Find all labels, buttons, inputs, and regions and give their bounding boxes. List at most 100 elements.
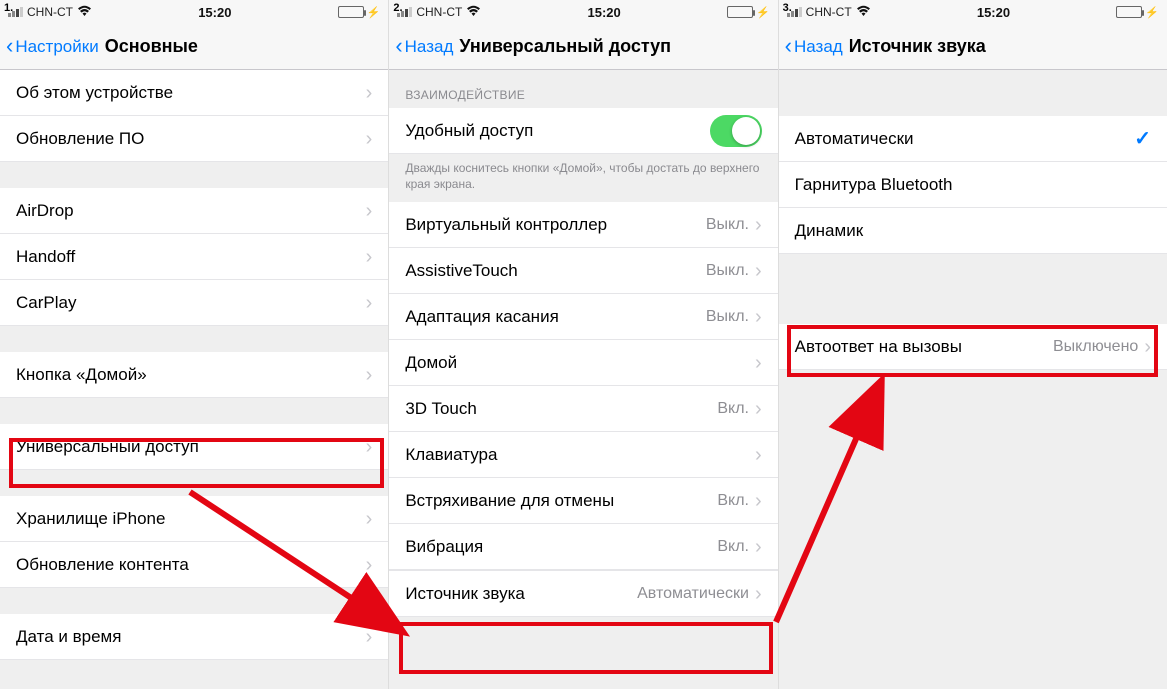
row-label: Обновление контента [16,555,366,575]
back-label: Настройки [15,37,98,57]
row-value: Выкл. [706,262,749,280]
row-label: Динамик [795,221,1151,241]
row-label: Хранилище iPhone [16,509,366,529]
row-label: Универсальный доступ [16,437,366,457]
row-label: Виртуальный контроллер [405,215,706,235]
back-button[interactable]: ‹ Настройки [6,37,105,57]
nav-title: Источник звука [849,36,986,57]
row-label: Автоматически [795,129,1135,149]
chevron-right-icon: › [366,627,373,647]
settings-row[interactable]: Домой› [389,340,777,386]
row-label: Встряхивание для отмены [405,491,717,511]
settings-list[interactable]: Об этом устройстве›Обновление ПО› AirDro… [0,70,388,689]
row-label: Handoff [16,247,366,267]
clock: 15:20 [198,5,231,20]
screen-accessibility: 2. CHN-CT 15:20 ⚡ ‹ Назад Универсальный … [389,0,778,689]
charging-icon: ⚡ [367,6,381,19]
step-number: 1. [4,2,13,14]
chevron-right-icon: › [366,83,373,103]
chevron-right-icon: › [755,399,762,419]
option-row[interactable]: Гарнитура Bluetooth [779,162,1167,208]
chevron-left-icon: ‹ [6,35,13,57]
chevron-left-icon: ‹ [395,35,402,57]
row-value: Выкл. [706,216,749,234]
row-value: Автоматически [637,585,749,603]
back-label: Назад [794,37,843,57]
settings-row[interactable]: 3D TouchВкл.› [389,386,777,432]
nav-title: Универсальный доступ [459,36,671,57]
settings-row[interactable]: Адаптация касанияВыкл.› [389,294,777,340]
option-row[interactable]: Автоматически [779,116,1167,162]
screen-audio-source: 3. CHN-CT 15:20 ⚡ ‹ Назад Источник звука [779,0,1167,689]
status-bar: CHN-CT 15:20 ⚡ [389,0,777,24]
nav-title: Основные [105,36,198,57]
settings-row[interactable]: Источник звукаАвтоматически› [389,571,777,617]
carrier-label: CHN-CT [27,5,73,19]
chevron-right-icon: › [1144,337,1151,357]
row-value: Выкл. [706,308,749,326]
chevron-right-icon: › [366,437,373,457]
row-label: Вибрация [405,537,717,557]
battery-icon [727,6,753,18]
chevron-right-icon: › [366,201,373,221]
row-value: Вкл. [717,400,749,418]
back-button[interactable]: ‹ Назад [785,37,849,57]
step-number: 3. [783,2,792,14]
row-label: Гарнитура Bluetooth [795,175,1151,195]
settings-row[interactable]: Виртуальный контроллерВыкл.› [389,202,777,248]
chevron-left-icon: ‹ [785,35,792,57]
carrier-label: CHN-CT [806,5,852,19]
row-label: AirDrop [16,201,366,221]
section-footer: Дважды коснитесь кнопки «Домой», чтобы д… [389,154,777,202]
settings-row[interactable]: Handoff› [0,234,388,280]
chevron-right-icon: › [755,584,762,604]
settings-row[interactable]: Хранилище iPhone› [0,496,388,542]
row-label: Домой [405,353,755,373]
chevron-right-icon: › [755,353,762,373]
settings-row[interactable]: AssistiveTouchВыкл.› [389,248,777,294]
settings-row[interactable]: Дата и время› [0,614,388,660]
settings-row[interactable]: AirDrop› [0,188,388,234]
row-value: Выключено [1053,338,1138,356]
chevron-right-icon: › [366,365,373,385]
back-label: Назад [405,37,454,57]
charging-icon: ⚡ [756,6,770,19]
status-bar: CHN-CT 15:20 ⚡ [0,0,388,24]
wifi-icon [856,5,871,20]
back-button[interactable]: ‹ Назад [395,37,459,57]
row-value: Вкл. [717,538,749,556]
settings-row[interactable]: Встряхивание для отменыВкл.› [389,478,777,524]
charging-icon: ⚡ [1145,6,1159,19]
settings-row[interactable]: Кнопка «Домой»› [0,352,388,398]
nav-bar: ‹ Настройки Основные [0,24,388,70]
nav-bar: ‹ Назад Универсальный доступ [389,24,777,70]
settings-row[interactable]: Обновление ПО› [0,116,388,162]
chevron-right-icon: › [366,555,373,575]
settings-row[interactable]: Клавиатура› [389,432,777,478]
row-label: CarPlay [16,293,366,313]
settings-row[interactable]: ВибрацияВкл. › [389,524,777,570]
wifi-icon [466,5,481,20]
row-label: Дата и время [16,627,366,647]
nav-bar: ‹ Назад Источник звука [779,24,1167,70]
clock: 15:20 [977,5,1010,20]
chevron-right-icon: › [366,247,373,267]
settings-row[interactable]: Автоответ на вызовыВыключено› [779,324,1167,370]
chevron-right-icon: › [366,129,373,149]
option-row[interactable]: Динамик [779,208,1167,254]
settings-row[interactable]: Об этом устройстве› [0,70,388,116]
row-label: Кнопка «Домой» [16,365,366,385]
chevron-right-icon: › [366,293,373,313]
chevron-right-icon: › [755,537,762,557]
row-easy-access[interactable]: Удобный доступ [389,108,777,154]
settings-row[interactable]: CarPlay› [0,280,388,326]
settings-row[interactable]: Универсальный доступ› [0,424,388,470]
settings-list[interactable]: АвтоматическиГарнитура BluetoothДинамик … [779,70,1167,689]
toggle-switch[interactable] [710,115,762,147]
settings-list[interactable]: ВЗАИМОДЕЙСТВИЕ Удобный доступ Дважды кос… [389,70,777,689]
settings-row[interactable]: Обновление контента› [0,542,388,588]
chevron-right-icon: › [755,261,762,281]
chevron-right-icon: › [755,491,762,511]
row-label: Клавиатура [405,445,755,465]
row-label: Удобный доступ [405,121,709,141]
